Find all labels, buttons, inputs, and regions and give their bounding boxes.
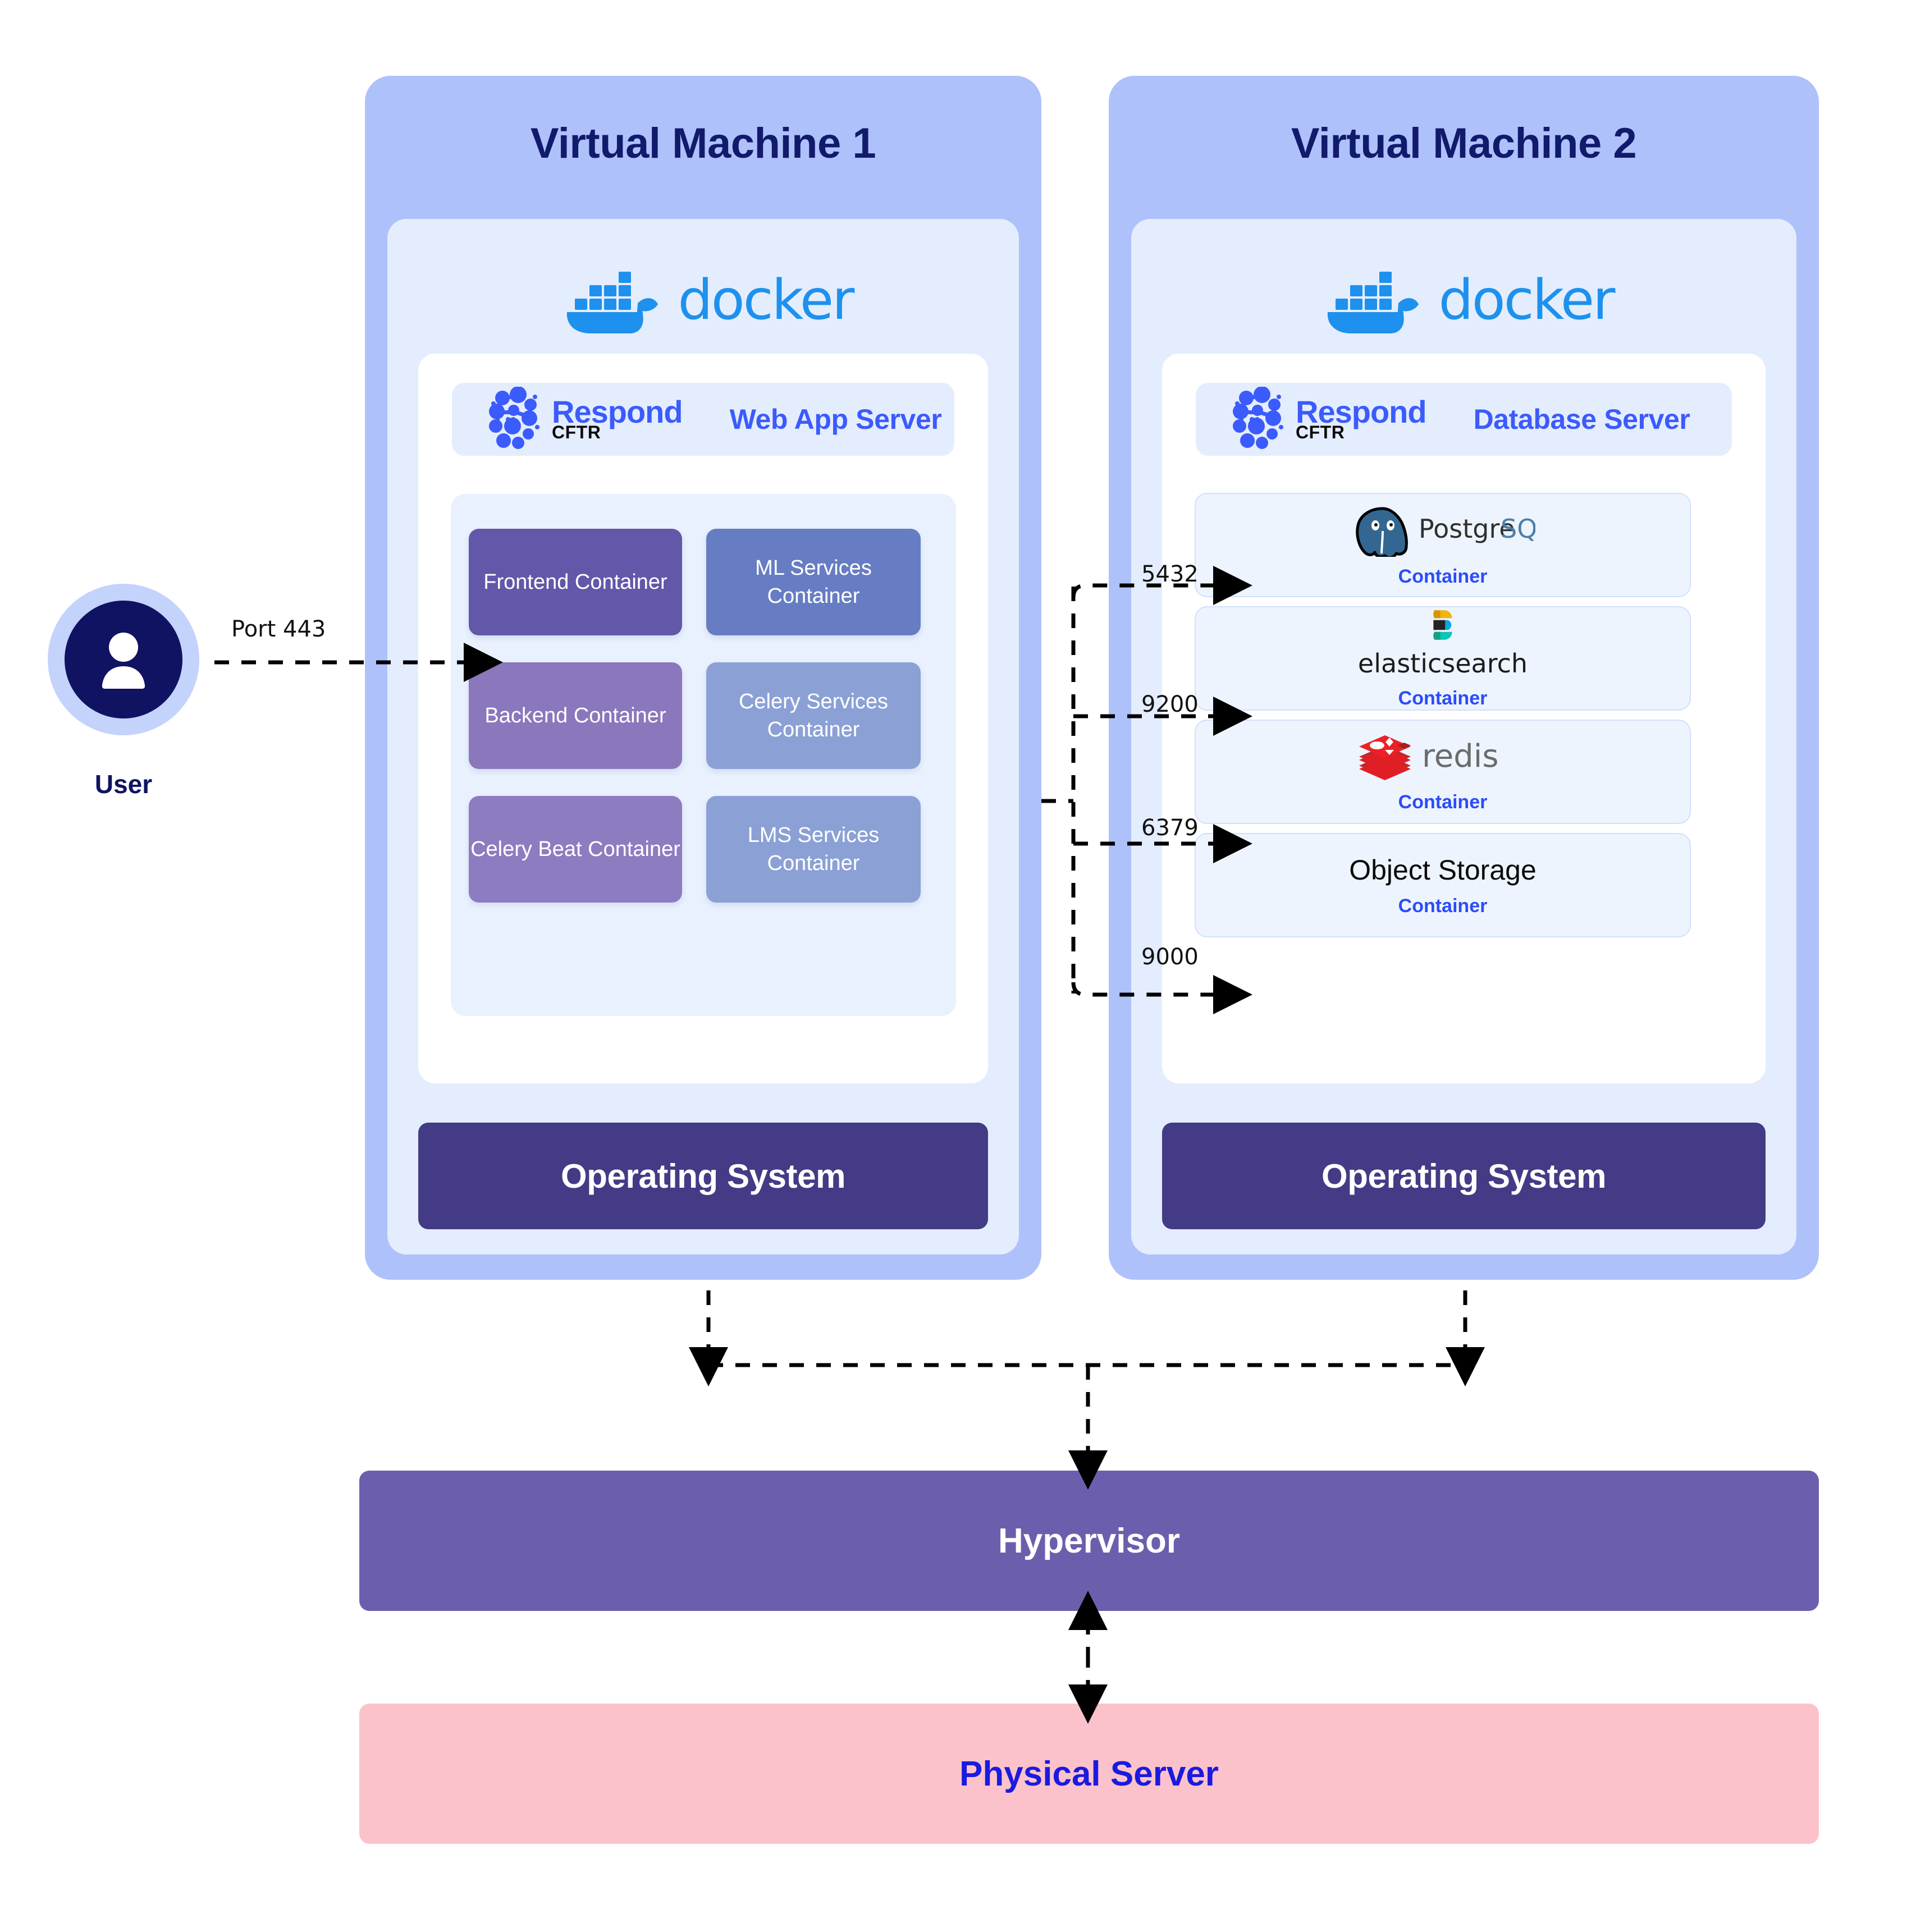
vm1-server-header: Respond CFTR Web App Server xyxy=(452,383,954,456)
user-avatar[interactable] xyxy=(48,584,199,735)
vm2-title: Virtual Machine 2 xyxy=(1291,119,1637,167)
redis-stack-icon: redis xyxy=(1359,735,1499,780)
service-redis[interactable]: redis Container xyxy=(1195,720,1691,824)
service-redis-caption: Container xyxy=(1398,791,1488,813)
virtual-machine-2-panel: Virtual Machine 2 docker Respond CFTR Da… xyxy=(1109,76,1819,1280)
edge-label-port-443: Port 443 xyxy=(231,616,326,642)
service-object-storage[interactable]: Object Storage Container xyxy=(1195,833,1691,937)
respond-cftr-molecule-icon xyxy=(1227,386,1288,452)
physical-server-label: Physical Server xyxy=(959,1754,1219,1793)
docker-logo: docker xyxy=(1314,264,1616,337)
vm1-title: Virtual Machine 1 xyxy=(530,119,876,167)
vm2-operating-system-bar: Operating System xyxy=(1162,1123,1766,1229)
user-label: User xyxy=(94,770,153,799)
respond-brand-text: Respond CFTR xyxy=(1296,394,1427,441)
hypervisor-label: Hypervisor xyxy=(998,1521,1180,1560)
respond-brand: Respond xyxy=(552,394,683,430)
vm2-db-card: Respond CFTR Database Server Postgre SQ … xyxy=(1162,354,1766,1083)
edge-label-5432: 5432 xyxy=(1141,561,1199,587)
service-object-storage-name: Object Storage xyxy=(1349,854,1537,886)
vm1-docker-region: docker Respond CFTR Web App Server Front… xyxy=(387,219,1019,1255)
docker-whale-icon xyxy=(566,272,658,333)
container-ml-services-label: ML Services Container xyxy=(755,556,872,608)
service-postgresql[interactable]: Postgre SQL Container xyxy=(1195,493,1691,597)
vm1-docker-logo-wrap: docker xyxy=(387,258,1019,342)
svg-text:SQL: SQL xyxy=(1501,514,1535,544)
respond-cftr-molecule-icon xyxy=(483,386,544,452)
container-celery-beat[interactable]: Celery Beat Container xyxy=(469,796,682,903)
hypervisor-bar: Hypervisor xyxy=(359,1471,1819,1611)
vm2-docker-logo-wrap: docker xyxy=(1131,258,1796,342)
service-elasticsearch-caption: Container xyxy=(1398,688,1488,709)
postgresql-elephant-icon: Postgre SQL xyxy=(1356,507,1535,557)
elasticsearch-icon xyxy=(1433,610,1452,640)
container-backend[interactable]: Backend Container xyxy=(469,662,682,769)
svg-text:redis: redis xyxy=(1422,738,1499,775)
respond-brand-text: Respond CFTR xyxy=(552,394,683,441)
vm2-operating-system-label: Operating System xyxy=(1321,1157,1607,1195)
vm1-server-role: Web App Server xyxy=(729,404,942,435)
vm2-server-role: Database Server xyxy=(1473,404,1690,435)
docker-logo: docker xyxy=(554,264,855,337)
docker-whale-icon xyxy=(1327,272,1419,333)
physical-server-bar: Physical Server xyxy=(359,1704,1819,1844)
container-lms-services[interactable]: LMS Services Container xyxy=(706,796,921,903)
container-frontend-label: Frontend Container xyxy=(483,570,667,594)
virtual-machine-1-panel: Virtual Machine 1 docker Respond CFTR We… xyxy=(365,76,1041,1280)
docker-wordmark: docker xyxy=(1438,268,1616,332)
vm2-docker-region: docker Respond CFTR Database Server Post… xyxy=(1131,219,1796,1255)
vm1-operating-system-label: Operating System xyxy=(560,1157,846,1195)
container-backend-label: Backend Container xyxy=(484,703,666,727)
vm2-server-header: Respond CFTR Database Server xyxy=(1196,383,1732,456)
container-celery-beat-label: Celery Beat Container xyxy=(470,837,680,861)
vm1-operating-system-bar: Operating System xyxy=(418,1123,988,1229)
vm1-containers-zone: Frontend Container ML Services Container… xyxy=(451,494,956,1016)
container-ml-services[interactable]: ML Services Container xyxy=(706,529,921,635)
vm1-app-card: Respond CFTR Web App Server Frontend Con… xyxy=(418,354,988,1083)
docker-wordmark: docker xyxy=(678,268,855,332)
container-celery-services-label: Celery Services Container xyxy=(738,689,889,741)
container-lms-services-label: LMS Services Container xyxy=(747,823,880,875)
service-object-storage-caption: Container xyxy=(1398,895,1488,917)
service-elasticsearch-name: elasticsearch xyxy=(1357,648,1528,679)
service-postgresql-caption: Container xyxy=(1398,565,1488,587)
service-elasticsearch[interactable]: elasticsearch Container xyxy=(1195,606,1691,711)
edge-label-9200: 9200 xyxy=(1141,692,1199,717)
user-avatar-disc xyxy=(64,600,183,719)
user-avatar-icon xyxy=(102,633,145,689)
edge-label-6379: 6379 xyxy=(1141,815,1199,841)
edge-label-9000: 9000 xyxy=(1141,944,1199,970)
container-frontend[interactable]: Frontend Container xyxy=(469,529,682,635)
container-celery-services[interactable]: Celery Services Container xyxy=(706,662,921,769)
respond-brand: Respond xyxy=(1296,394,1427,430)
